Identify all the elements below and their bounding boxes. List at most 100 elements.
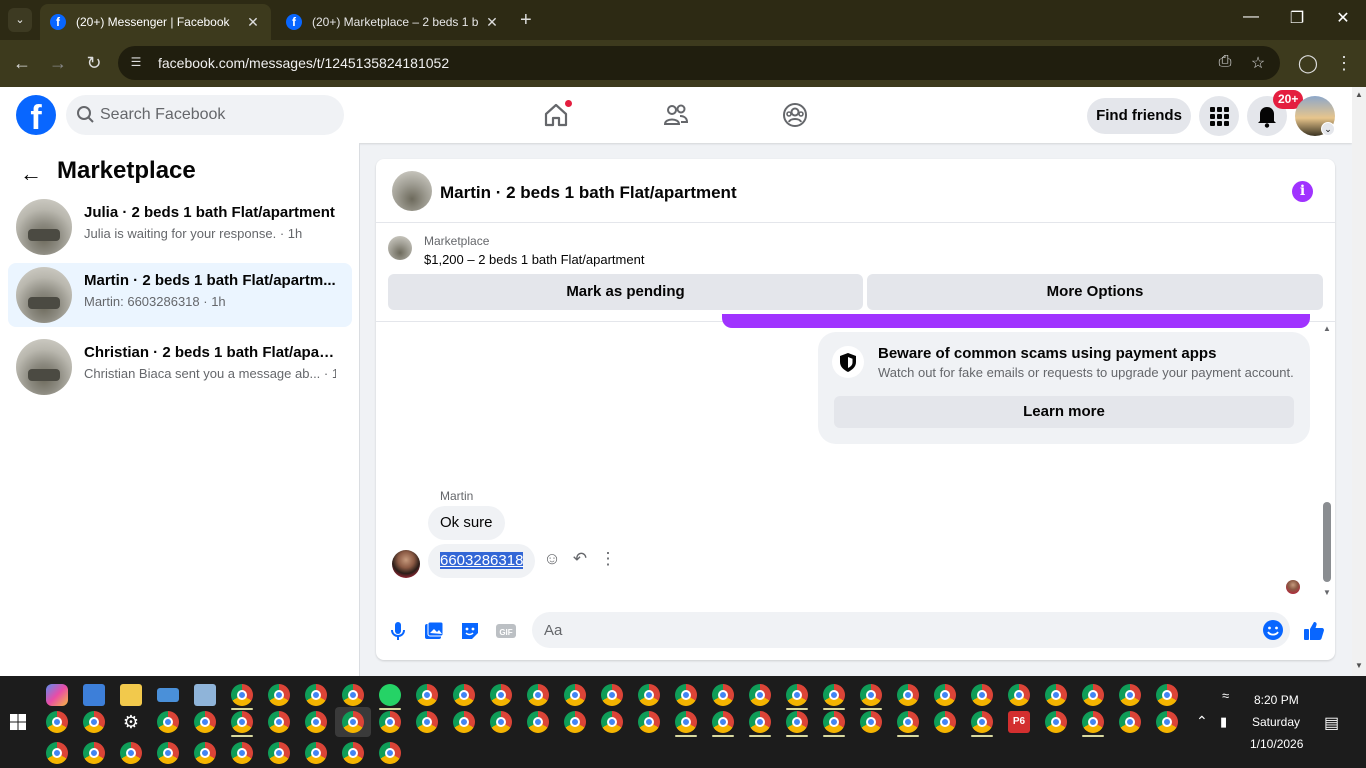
menu-button[interactable] [1199,96,1239,136]
chrome-icon[interactable] [231,742,253,764]
conversation-item[interactable]: Christian · 2 beds 1 bath Flat/apart... … [8,335,352,399]
chrome-icon[interactable] [268,742,290,764]
chrome-icon[interactable] [749,711,771,733]
chrome-icon[interactable] [46,711,68,733]
tray-overflow-chevron-icon[interactable]: ⌃ [1196,713,1208,730]
chrome-icon[interactable] [1045,684,1067,706]
chrome-icon[interactable] [379,711,401,733]
chrome-icon[interactable] [157,742,179,764]
photo-icon[interactable] [422,619,446,643]
chrome-icon[interactable] [120,742,142,764]
sender-avatar[interactable] [392,550,420,578]
minimize-icon[interactable]: — [1239,8,1263,26]
chrome-icon[interactable] [231,711,253,733]
more-options-button[interactable]: More Options [867,274,1323,310]
chrome-icon[interactable] [305,684,327,706]
chrome-icon[interactable] [305,742,327,764]
chrome-icon[interactable] [231,684,253,706]
chrome-icon[interactable] [823,684,845,706]
clock-date[interactable]: 1/10/2026 [1250,737,1303,751]
chrome-icon[interactable] [157,711,179,733]
scroll-up-icon[interactable]: ▲ [1323,324,1331,333]
chrome-icon[interactable] [1082,711,1104,733]
whatsapp-icon[interactable] [379,684,401,706]
more-actions-icon[interactable]: ⋮ [596,547,620,571]
message-input-box[interactable] [532,612,1290,648]
chrome-icon[interactable] [342,684,364,706]
chrome-icon[interactable] [971,684,993,706]
p6-app-icon[interactable]: P6 [1008,711,1030,733]
chrome-icon[interactable] [527,684,549,706]
chrome-icon[interactable] [823,711,845,733]
tab-list-button[interactable]: ⌄ [8,8,32,32]
chrome-icon[interactable] [860,684,882,706]
microphone-icon[interactable] [386,619,410,643]
reload-icon[interactable]: ↻ [83,53,105,74]
chrome-icon[interactable] [194,711,216,733]
find-friends-button[interactable]: Find friends [1087,98,1191,134]
chat-thumbnail[interactable] [392,171,432,211]
browser-menu-icon[interactable]: ⋮ [1333,53,1355,74]
groups-icon[interactable] [781,101,809,129]
chrome-icon[interactable] [379,742,401,764]
chat-title[interactable]: Martin · 2 beds 1 bath Flat/apartment [440,183,737,203]
chrome-icon[interactable] [712,711,734,733]
browser-tab-marketplace[interactable]: f (20+) Marketplace – 2 beds 1 b ✕ [276,4,510,40]
sticker-icon[interactable] [458,619,482,643]
windows-start-icon[interactable] [10,714,26,730]
chrome-icon[interactable] [46,742,68,764]
restore-icon[interactable]: ❐ [1285,8,1309,28]
chrome-icon[interactable] [1156,711,1178,733]
reply-icon[interactable]: ↶ [568,547,592,571]
learn-more-button[interactable]: Learn more [834,396,1294,428]
chrome-icon[interactable] [564,684,586,706]
message-bubble[interactable]: Ok sure [428,506,505,540]
search-input[interactable] [100,95,330,135]
chrome-icon[interactable] [416,684,438,706]
url-text[interactable]: facebook.com/messages/t/1245135824181052 [158,55,449,71]
emoji-icon[interactable] [1262,619,1284,641]
chrome-icon[interactable] [527,711,549,733]
chrome-icon[interactable] [1119,684,1141,706]
chrome-icon[interactable] [83,711,105,733]
listing-price-title[interactable]: $1,200 – 2 beds 1 bath Flat/apartment [424,252,644,267]
chrome-icon[interactable] [453,711,475,733]
info-icon[interactable]: i [1292,181,1313,202]
chrome-icon[interactable] [897,711,919,733]
scroll-up-icon[interactable]: ▲ [1355,90,1363,99]
chrome-icon[interactable] [1008,684,1030,706]
message-input[interactable] [544,612,1244,648]
chrome-icon[interactable] [601,684,623,706]
keyboard-app-icon[interactable] [157,688,179,702]
chrome-icon[interactable] [416,711,438,733]
message-text-selected[interactable]: 6603286318 [440,552,524,569]
scroll-down-icon[interactable]: ▼ [1355,661,1363,670]
chrome-icon[interactable] [712,684,734,706]
conversation-item-selected[interactable]: Martin · 2 beds 1 bath Flat/apartm... Ma… [8,263,352,327]
conversation-item[interactable]: Julia · 2 beds 1 bath Flat/apartment Jul… [8,195,352,259]
forward-icon[interactable]: → [47,53,69,74]
message-scrollbar[interactable]: ▲ ▼ [1320,322,1335,602]
chrome-icon[interactable] [453,684,475,706]
facebook-logo-icon[interactable]: f [16,95,56,135]
close-window-icon[interactable]: ✕ [1331,8,1355,28]
chrome-icon[interactable] [268,711,290,733]
scroll-down-icon[interactable]: ▼ [1323,588,1331,597]
chrome-icon[interactable] [194,742,216,764]
chrome-icon[interactable] [675,711,697,733]
chrome-icon[interactable] [934,684,956,706]
gif-icon[interactable]: GIF [494,619,518,643]
clock-day[interactable]: Saturday [1252,715,1300,729]
copilot-icon[interactable] [46,684,68,706]
chrome-icon[interactable] [638,684,660,706]
chrome-icon[interactable] [1082,684,1104,706]
chrome-icon[interactable] [675,684,697,706]
search-box[interactable] [66,95,344,135]
chrome-icon[interactable] [786,684,808,706]
chrome-icon[interactable] [490,711,512,733]
notification-center-icon[interactable]: ▤ [1324,713,1339,733]
chrome-icon[interactable] [1045,711,1067,733]
page-scrollbar[interactable]: ▲ ▼ [1352,87,1366,676]
mark-as-pending-button[interactable]: Mark as pending [388,274,863,310]
close-tab-icon[interactable]: ✕ [484,14,500,31]
